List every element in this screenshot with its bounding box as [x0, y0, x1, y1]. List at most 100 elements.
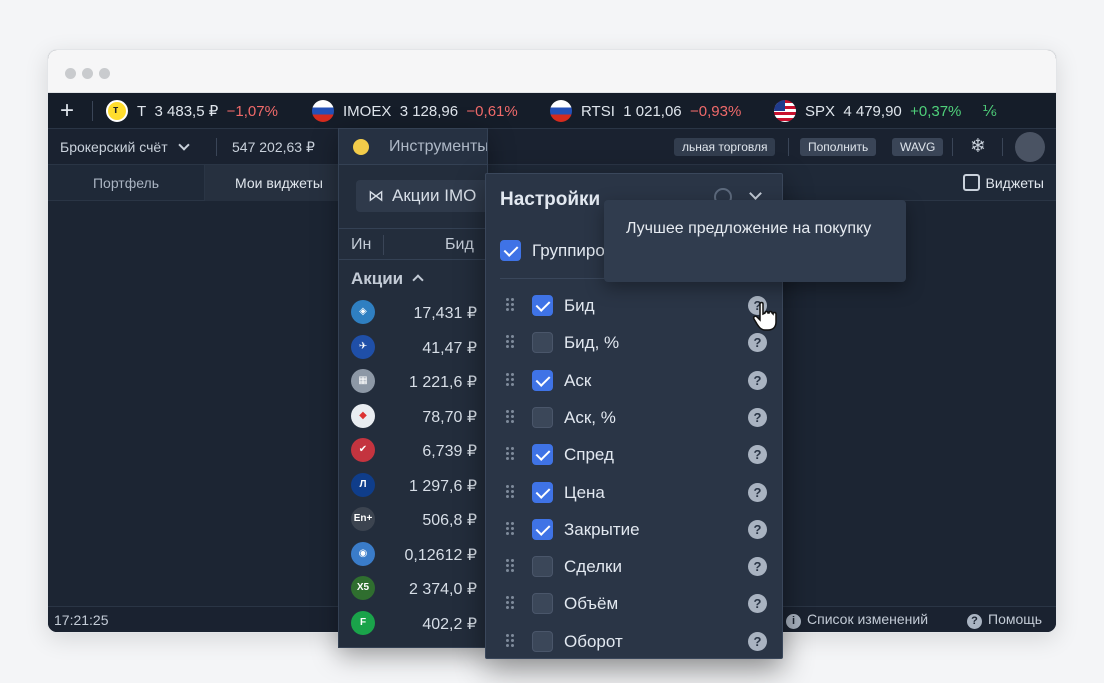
column-header-name[interactable]: Ин — [351, 236, 371, 254]
help-icon[interactable]: ? — [748, 631, 767, 651]
window-dot[interactable] — [99, 68, 110, 79]
trading-mode-badge[interactable]: льная торговля — [674, 138, 776, 156]
list-selector-label: Акции IMO — [392, 186, 477, 205]
tbank-icon: т — [106, 100, 128, 122]
window-dot[interactable] — [82, 68, 93, 79]
column-setting-row[interactable]: Сделки? — [486, 548, 784, 585]
ticker-change: −0,61% — [466, 102, 518, 120]
column-checkbox[interactable] — [532, 556, 553, 578]
instrument-logo-icon: ◉ — [351, 541, 375, 566]
drag-handle-icon[interactable] — [506, 335, 516, 349]
bid-price: 1 221,6 ₽ — [408, 374, 477, 391]
bid-price: 0,12612 ₽ — [404, 546, 477, 564]
drag-handle-icon[interactable] — [506, 298, 516, 312]
column-checkbox[interactable] — [532, 481, 553, 503]
column-setting-row[interactable]: Бид, %? — [486, 324, 784, 361]
divider — [1002, 138, 1003, 156]
column-checkbox[interactable] — [532, 295, 553, 316]
bid-price: 506,8 ₽ — [422, 512, 477, 529]
instrument-row[interactable]: F 402,2 ₽ — [339, 606, 487, 640]
widget-color-dot[interactable] — [353, 139, 369, 155]
ticker-item[interactable]: т T 3 483,5 ₽ −1,07% — [106, 93, 278, 129]
column-checkbox[interactable] — [532, 406, 553, 428]
instrument-row[interactable]: ◈ 17,431 ₽ — [339, 295, 487, 329]
chevron-down-icon[interactable] — [749, 187, 762, 200]
topup-button[interactable]: Пополнить — [800, 138, 877, 156]
ticker-item[interactable]: RTSI 1 021,06 −0,93% — [550, 93, 741, 129]
drag-handle-icon[interactable] — [506, 559, 516, 573]
changelog-link[interactable]: i Список изменений — [786, 611, 928, 629]
tab-label: Портфель — [92, 175, 160, 191]
column-setting-row[interactable]: Объём? — [486, 585, 784, 622]
ticker-item[interactable]: SPX 4 479,90 +0,37% ⅙ — [774, 93, 997, 129]
ticker-item[interactable]: IMOEX 3 128,96 −0,61% — [312, 93, 518, 129]
group-label: Акции — [351, 269, 404, 288]
help-icon[interactable]: ? — [748, 407, 767, 427]
instrument-row[interactable]: X5 2 374,0 ₽ — [339, 571, 487, 605]
window-dot[interactable] — [65, 68, 76, 79]
instrument-row[interactable]: ✈ 41,47 ₽ — [339, 330, 487, 364]
group-header[interactable]: Акции — [351, 269, 424, 289]
column-checkbox[interactable] — [532, 369, 553, 391]
account-bar: Брокерский счёт 547 202,63 ₽ льная торго… — [48, 129, 1056, 165]
ticker-symbol: RTSI — [581, 102, 615, 120]
drag-handle-icon[interactable] — [506, 409, 516, 424]
instrument-row[interactable]: ◆ 78,70 ₽ — [339, 399, 487, 433]
column-setting-row[interactable]: Закрытие? — [486, 511, 784, 548]
avatar[interactable] — [1015, 132, 1045, 162]
chevron-down-icon — [177, 139, 190, 151]
grouping-checkbox[interactable] — [500, 240, 521, 261]
ticker-bar: + т T 3 483,5 ₽ −1,07% IMOEX 3 128,96 −0… — [48, 93, 1056, 129]
drag-handle-icon[interactable] — [506, 484, 516, 499]
settings-title: Настройки — [500, 189, 601, 210]
help-link[interactable]: ? Помощь — [967, 611, 1042, 629]
help-icon[interactable]: ? — [748, 482, 767, 502]
bid-price: 402,2 ₽ — [422, 615, 477, 633]
bid-price: 17,431 ₽ — [413, 305, 477, 322]
drag-handle-icon[interactable] — [506, 372, 516, 387]
widgets-button[interactable]: Виджеты — [962, 165, 1045, 201]
column-checkbox[interactable] — [532, 518, 553, 540]
column-checkbox[interactable] — [532, 444, 553, 466]
column-headers: Ин Бид — [339, 228, 487, 260]
drag-handle-icon[interactable] — [506, 633, 516, 648]
column-checkbox[interactable] — [532, 593, 553, 615]
instrument-row[interactable]: Л 1 297,6 ₽ — [339, 468, 487, 502]
drag-handle-icon[interactable] — [506, 447, 516, 461]
help-icon[interactable]: ? — [748, 333, 767, 353]
help-icon[interactable]: ? — [748, 370, 767, 390]
tab-portfolio[interactable]: Портфель — [48, 165, 205, 201]
instrument-row[interactable]: ▦ 1 221,6 ₽ — [339, 364, 487, 398]
help-icon[interactable]: ? — [748, 519, 767, 539]
column-setting-row[interactable]: Оборот? — [486, 623, 784, 660]
column-setting-row[interactable]: Аск? — [486, 362, 784, 399]
column-setting-row[interactable]: Спред? — [486, 436, 784, 473]
help-icon[interactable]: ? — [748, 557, 767, 577]
help-icon[interactable]: ? — [748, 445, 767, 465]
tooltip: Лучшее предложение на покупку — [604, 200, 906, 282]
instrument-row[interactable]: ◉ 0,12612 ₽ — [339, 537, 487, 571]
account-selector[interactable]: Брокерский счёт — [60, 139, 190, 155]
instrument-row[interactable]: En+ 506,8 ₽ — [339, 502, 487, 536]
column-setting-row[interactable]: Бид? — [486, 287, 784, 324]
column-header-bid[interactable]: Бид — [445, 236, 474, 254]
bid-price: 2 374,0 ₽ — [408, 581, 477, 598]
tab-my-widgets[interactable]: Мои виджеты — [205, 165, 345, 201]
column-setting-row[interactable]: Аск, %? — [486, 399, 784, 436]
drag-handle-icon[interactable] — [506, 596, 516, 610]
widgets-label: Виджеты — [985, 175, 1045, 191]
column-setting-row[interactable]: Цена? — [486, 474, 784, 511]
divider — [788, 138, 789, 156]
add-ticker-button[interactable]: + — [60, 97, 74, 125]
snowflake-icon[interactable]: ❄ — [970, 135, 986, 158]
column-checkbox[interactable] — [532, 630, 553, 652]
column-label: Объём — [564, 594, 619, 614]
column-checkbox[interactable] — [532, 332, 553, 354]
help-icon[interactable]: ? — [748, 594, 767, 614]
list-selector[interactable]: ⋈ Акции IMO — [356, 180, 487, 212]
wavg-button[interactable]: WAVG — [892, 138, 944, 156]
instrument-row[interactable]: ✔ 6,739 ₽ — [339, 433, 487, 467]
instrument-logo-icon: Л — [351, 472, 375, 497]
bid-price: 78,70 ₽ — [422, 408, 477, 426]
drag-handle-icon[interactable] — [506, 521, 516, 536]
